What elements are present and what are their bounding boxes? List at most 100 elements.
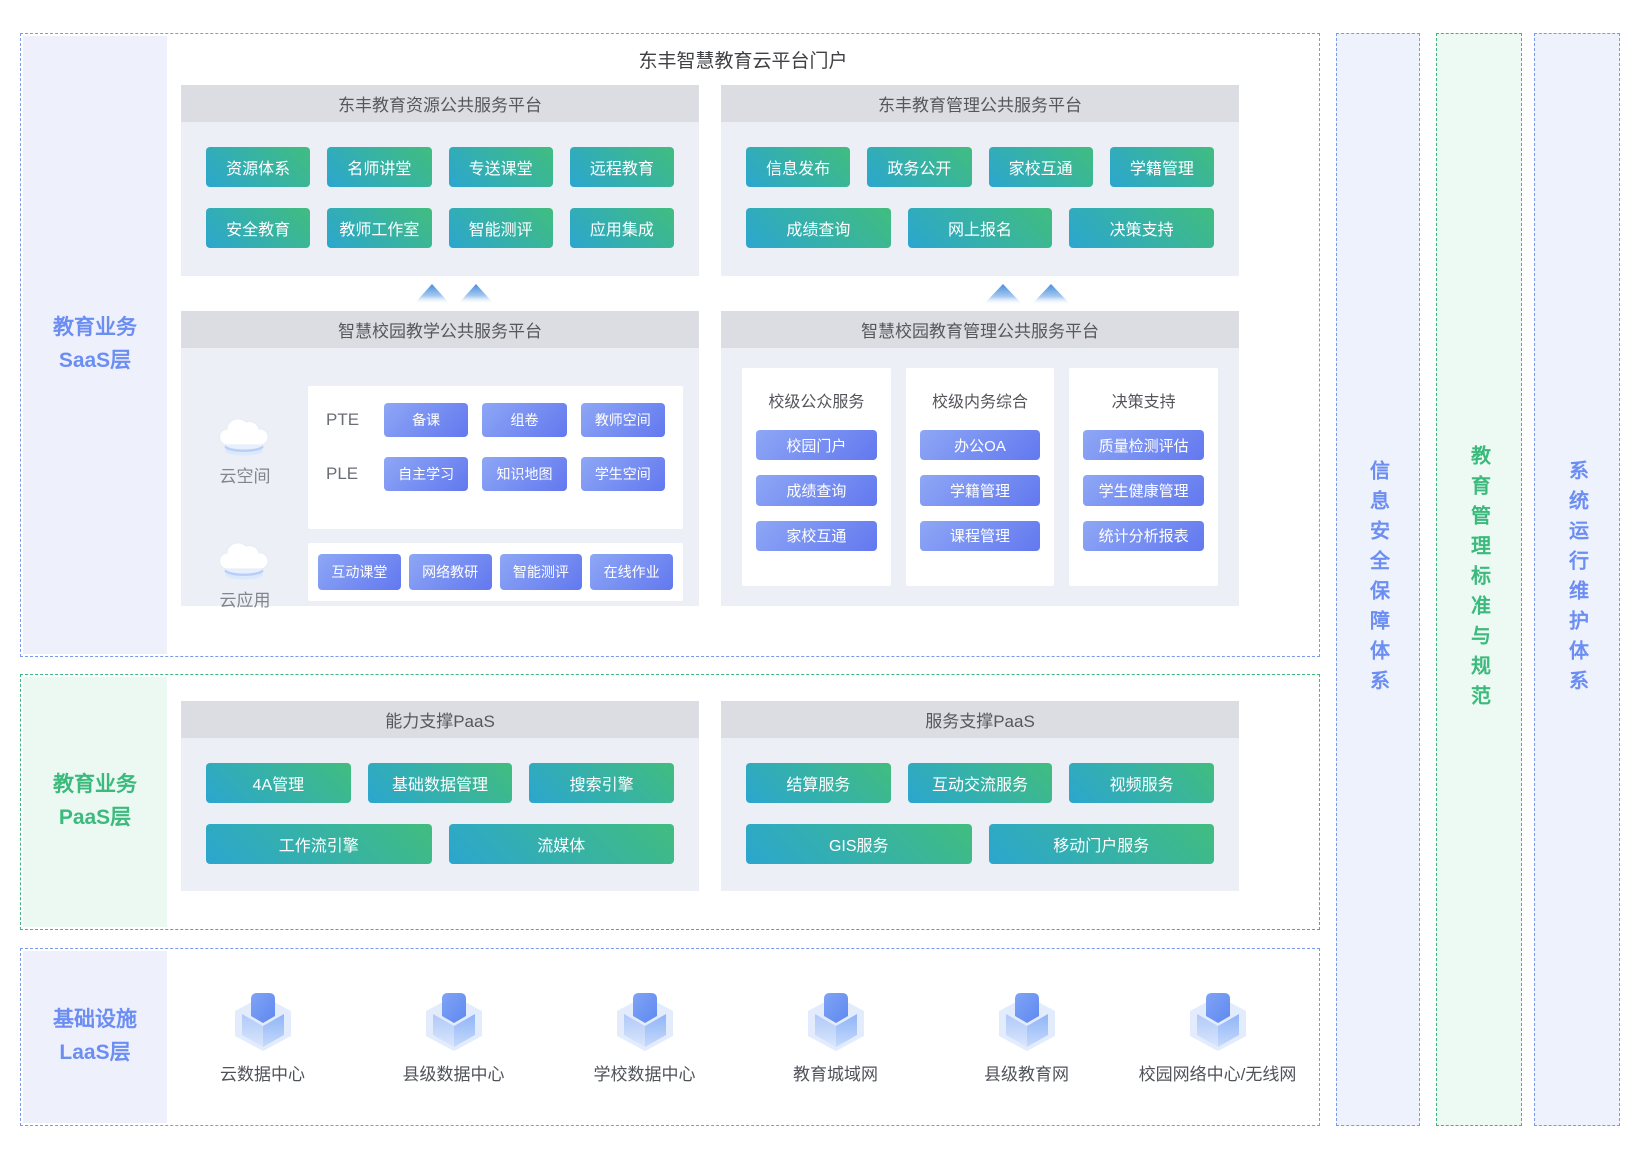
cube-icon (1185, 990, 1251, 1052)
module-button[interactable]: 远程教育 (570, 147, 674, 187)
module-button[interactable]: 成绩查询 (746, 208, 891, 248)
saas-layer-box: 教育业务 SaaS层 东丰智慧教育云平台门户 东丰教育资源公共服务平台 资源体系… (20, 33, 1320, 657)
column-title: 校级公众服务 (756, 388, 877, 412)
infrastructure-item: 云数据中心 (167, 990, 358, 1085)
module-button[interactable]: 网上报名 (908, 208, 1053, 248)
module-button[interactable]: 统计分析报表 (1083, 521, 1204, 551)
module-button[interactable]: 互动交流服务 (908, 763, 1053, 803)
pte-label: PTE (326, 410, 370, 430)
cloud-app-group: 云应用 (189, 538, 301, 611)
module-button[interactable]: 政务公开 (867, 147, 971, 187)
module-button[interactable]: 成绩查询 (756, 475, 877, 505)
infrastructure-item-label: 教育城域网 (793, 1060, 878, 1085)
module-button[interactable]: 课程管理 (920, 521, 1041, 551)
cloud-space-label: 云空间 (189, 462, 301, 487)
school-manage-columns: 校级公众服务 校园门户 成绩查询 家校互通 校级内务综合 办公OA 学籍管理 课… (721, 348, 1239, 606)
pillar-edu-standards: 教育管理标准与规范 (1436, 33, 1522, 1126)
infrastructure-item-label: 县级教育网 (984, 1060, 1069, 1085)
cloud-app-label: 云应用 (189, 586, 301, 611)
module-button[interactable]: 学生空间 (581, 457, 665, 491)
module-button[interactable]: 结算服务 (746, 763, 891, 803)
module-button[interactable]: 组卷 (482, 403, 566, 437)
up-arrow-icon (458, 284, 494, 304)
public-service-column: 校级公众服务 校园门户 成绩查询 家校互通 (742, 368, 891, 586)
cloud-apps-panel: 互动课堂 网络教研 智能测评 在线作业 (308, 543, 683, 601)
module-button[interactable]: 网络教研 (409, 554, 492, 590)
infrastructure-item-label: 县级数据中心 (403, 1060, 505, 1085)
module-button[interactable]: 名师讲堂 (327, 147, 431, 187)
architecture-diagram: 教育业务 SaaS层 东丰智慧教育云平台门户 东丰教育资源公共服务平台 资源体系… (0, 0, 1640, 1162)
cloud-icon (219, 414, 271, 456)
saas-layer-label-line2: SaaS层 (59, 345, 131, 378)
paas-layer-box: 教育业务 PaaS层 能力支撑PaaS 4A管理 基础数据管理 搜索引擎 工作流… (20, 674, 1320, 930)
manage-platform-buttons: 信息发布 政务公开 家校互通 学籍管理 成绩查询 网上报名 决策支持 (721, 122, 1239, 273)
pillar-system-maintenance: 系统运行维护体系 (1534, 33, 1620, 1126)
decision-support-column: 决策支持 质量检测评估 学生健康管理 统计分析报表 (1069, 368, 1218, 586)
saas-layer-label: 教育业务 SaaS层 (23, 36, 167, 654)
teaching-platform-title: 智慧校园教学公共服务平台 (181, 311, 699, 348)
infrastructure-item: 校园网络中心/无线网 (1122, 990, 1313, 1085)
ability-paas-title: 能力支撑PaaS (181, 701, 699, 738)
module-button[interactable]: 备课 (384, 403, 468, 437)
module-button[interactable]: 自主学习 (384, 457, 468, 491)
cube-icon (230, 990, 296, 1052)
infrastructure-item: 县级数据中心 (358, 990, 549, 1085)
module-button[interactable]: 搜索引擎 (529, 763, 674, 803)
up-arrow-icon (414, 284, 450, 304)
module-button[interactable]: 移动门户服务 (989, 824, 1215, 864)
ability-paas-buttons: 4A管理 基础数据管理 搜索引擎 工作流引擎 流媒体 (181, 738, 699, 889)
module-button[interactable]: 办公OA (920, 430, 1041, 460)
module-button[interactable]: 家校互通 (989, 147, 1093, 187)
teaching-platform-body: 云空间 云应用 PTE 备课 (181, 348, 699, 606)
module-button[interactable]: 互动课堂 (318, 554, 401, 590)
portal-title: 东丰智慧教育云平台门户 (167, 46, 1319, 73)
up-arrow-icon (983, 284, 1023, 305)
module-button[interactable]: 4A管理 (206, 763, 351, 803)
module-button[interactable]: 信息发布 (746, 147, 850, 187)
module-button[interactable]: 应用集成 (570, 208, 674, 248)
module-button[interactable]: 学生健康管理 (1083, 475, 1204, 505)
module-button[interactable]: GIS服务 (746, 824, 972, 864)
cube-icon (803, 990, 869, 1052)
up-arrows-left (414, 284, 494, 304)
pillar-label: 信息安全保障体系 (1364, 460, 1393, 700)
module-button[interactable]: 学籍管理 (920, 475, 1041, 505)
column-title: 决策支持 (1083, 388, 1204, 412)
cloud-icon (219, 538, 271, 580)
module-button[interactable]: 流媒体 (449, 824, 675, 864)
manage-platform-panel: 东丰教育管理公共服务平台 信息发布 政务公开 家校互通 学籍管理 成绩查询 网上… (721, 85, 1239, 276)
module-button[interactable]: 智能测评 (500, 554, 583, 590)
internal-affairs-column: 校级内务综合 办公OA 学籍管理 课程管理 (906, 368, 1055, 586)
module-button[interactable]: 资源体系 (206, 147, 310, 187)
infrastructure-item: 学校数据中心 (549, 990, 740, 1085)
module-button[interactable]: 教师工作室 (327, 208, 431, 248)
resource-platform-title: 东丰教育资源公共服务平台 (181, 85, 699, 122)
module-button[interactable]: 校园门户 (756, 430, 877, 460)
module-button[interactable]: 决策支持 (1069, 208, 1214, 248)
module-button[interactable]: 视频服务 (1069, 763, 1214, 803)
up-arrows-right (983, 284, 1071, 305)
service-paas-title: 服务支撑PaaS (721, 701, 1239, 738)
ple-label: PLE (326, 464, 370, 484)
module-button[interactable]: 在线作业 (590, 554, 673, 590)
infrastructure-item-label: 学校数据中心 (594, 1060, 696, 1085)
up-arrow-icon (1031, 284, 1071, 305)
module-button[interactable]: 教师空间 (581, 403, 665, 437)
module-button[interactable]: 智能测评 (449, 208, 553, 248)
module-button[interactable]: 知识地图 (482, 457, 566, 491)
infrastructure-item: 县级教育网 (931, 990, 1122, 1085)
module-button[interactable]: 基础数据管理 (368, 763, 513, 803)
module-button[interactable]: 工作流引擎 (206, 824, 432, 864)
resource-platform-panel: 东丰教育资源公共服务平台 资源体系 名师讲堂 专送课堂 远程教育 安全教育 教师… (181, 85, 699, 276)
module-button[interactable]: 质量检测评估 (1083, 430, 1204, 460)
module-button[interactable]: 学籍管理 (1110, 147, 1214, 187)
cube-icon (612, 990, 678, 1052)
pte-ple-panel: PTE 备课 组卷 教师空间 PLE 自主学习 知识地图 学生空间 (308, 386, 683, 529)
manage-platform-title: 东丰教育管理公共服务平台 (721, 85, 1239, 122)
module-button[interactable]: 专送课堂 (449, 147, 553, 187)
saas-layer-label-line1: 教育业务 (53, 312, 137, 345)
pillar-label: 教育管理标准与规范 (1465, 445, 1494, 715)
module-button[interactable]: 安全教育 (206, 208, 310, 248)
teaching-platform-panel: 智慧校园教学公共服务平台 云空间 (181, 311, 699, 606)
module-button[interactable]: 家校互通 (756, 521, 877, 551)
